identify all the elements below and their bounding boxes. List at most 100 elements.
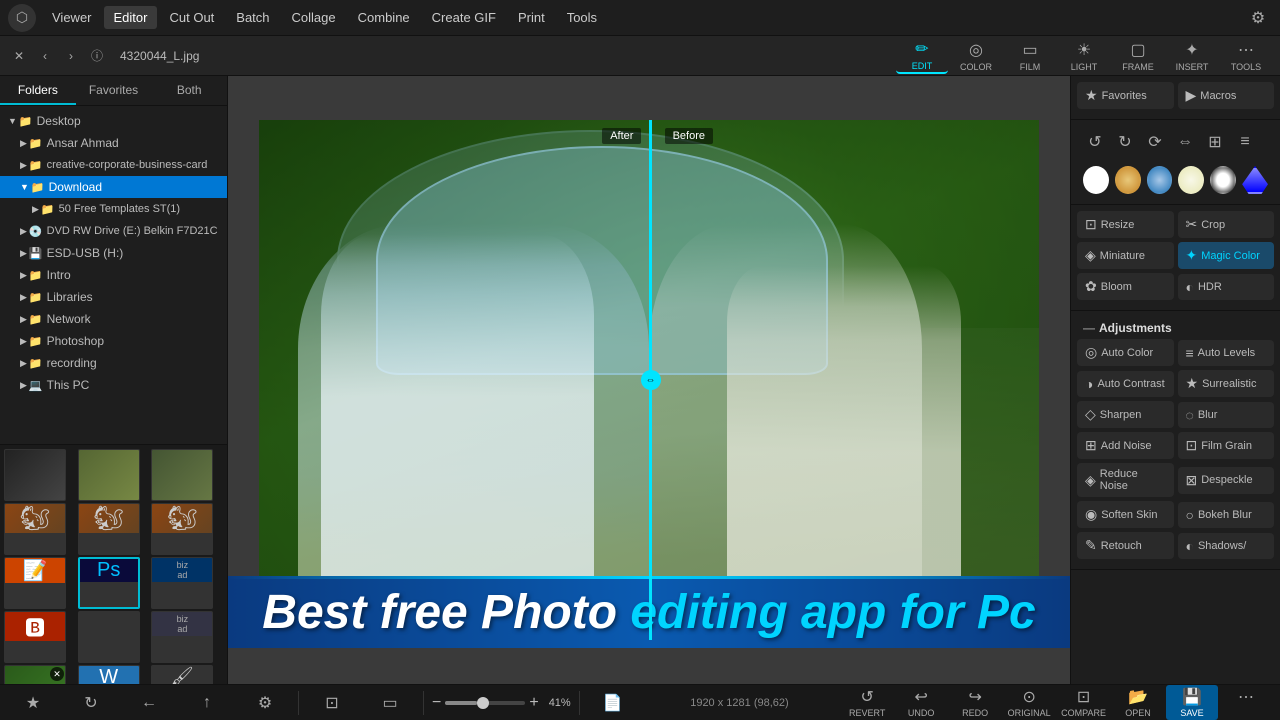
view-grid-button[interactable]: ▭ <box>365 691 415 715</box>
compare-button[interactable]: ⊡ COMPARE <box>1057 685 1110 720</box>
favorites-star-button[interactable]: ★ <box>8 691 58 715</box>
tree-item-network[interactable]: ▶ 📁 Network <box>0 308 227 330</box>
thumbnail-item[interactable] <box>151 449 213 501</box>
tree-item-download[interactable]: ▼ 📁 Download <box>0 176 227 198</box>
settings-button[interactable]: ⚙ <box>240 691 290 715</box>
original-button[interactable]: ⊙ ORIGINAL <box>1003 685 1055 720</box>
bokeh-blur-button[interactable]: ○ Bokeh Blur <box>1178 502 1275 528</box>
thumbnail-squirrel-1[interactable]: 🐿 <box>4 503 66 555</box>
reduce-noise-button[interactable]: ◈ Reduce Noise <box>1077 463 1174 497</box>
adjustments-header[interactable]: — Adjustments <box>1077 317 1274 339</box>
zoom-plus-button[interactable]: + <box>529 694 538 712</box>
tool-film[interactable]: ▭ FILM <box>1004 38 1056 74</box>
tool-tools[interactable]: ⋯ TOOLS <box>1220 38 1272 74</box>
hdr-button[interactable]: ◐ HDR <box>1178 274 1275 300</box>
tree-item-esd[interactable]: ▶ 💾 ESD-USB (H:) <box>0 242 227 264</box>
revert-button[interactable]: ↺ REVERT <box>841 685 893 720</box>
back-button[interactable]: ← <box>124 692 174 714</box>
menu-cutout[interactable]: Cut Out <box>159 6 224 29</box>
zoom-minus-button[interactable]: − <box>432 694 441 712</box>
sharpen-button[interactable]: ◇ Sharpen <box>1077 401 1174 428</box>
nav-prev-button[interactable]: ‹ <box>34 45 56 67</box>
thumbnail-biz[interactable]: bizad <box>151 557 213 609</box>
undo-button[interactable]: ↩ UNDO <box>895 685 947 720</box>
tree-item-photoshop[interactable]: ▶ 📁 Photoshop <box>0 330 227 352</box>
compare-divider[interactable]: ⇔ <box>649 120 652 640</box>
menu-collage[interactable]: Collage <box>282 6 346 29</box>
bloom-button[interactable]: ✿ Bloom <box>1077 273 1174 300</box>
tree-item-50-templates[interactable]: ▶ 📁 50 Free Templates ST(1) <box>0 198 227 220</box>
add-noise-button[interactable]: ⊞ Add Noise <box>1077 432 1174 459</box>
menu-tools[interactable]: Tools <box>557 6 607 29</box>
thumbnail-biz-2[interactable]: bizad <box>151 611 213 663</box>
resize-button[interactable]: ⊡ Resize <box>1077 211 1174 238</box>
filter-drop[interactable] <box>1242 166 1268 194</box>
thumbnail-item[interactable] <box>4 449 66 501</box>
rotate-left-icon[interactable]: ↺ <box>1083 130 1107 154</box>
tool-edit[interactable]: ✏ EDIT <box>896 38 948 74</box>
rotate-right-icon[interactable]: ↻ <box>1113 130 1137 154</box>
surrealistic-button[interactable]: ★ Surrealistic <box>1178 370 1275 397</box>
tool-color[interactable]: ◎ COLOR <box>950 38 1002 74</box>
settings-icon[interactable]: ⚙ <box>1244 4 1272 32</box>
miniature-button[interactable]: ◈ Miniature <box>1077 242 1174 269</box>
thumbnail-squirrel-2[interactable]: 🐿 <box>78 503 140 555</box>
menu-editor[interactable]: Editor <box>104 6 158 29</box>
compare-handle[interactable]: ⇔ <box>641 370 661 390</box>
tool-light[interactable]: ☀ LIGHT <box>1058 38 1110 74</box>
tab-both[interactable]: Both <box>151 76 227 105</box>
thumbnail-preview[interactable]: ✕ <box>4 665 66 684</box>
menu-viewer[interactable]: Viewer <box>42 6 102 29</box>
retouch-button[interactable]: ✎ Retouch <box>1077 532 1174 559</box>
select-box-button[interactable]: ⊡ <box>307 691 357 715</box>
menu-combine[interactable]: Combine <box>348 6 420 29</box>
auto-color-button[interactable]: ◎ Auto Color <box>1077 339 1174 366</box>
thumbnail-blog[interactable]: 📝 <box>4 557 66 609</box>
thumbnail-dark[interactable] <box>78 611 140 663</box>
close-thumbnail-icon[interactable]: ✕ <box>50 667 64 681</box>
lines-icon[interactable]: ≡ <box>1233 130 1257 154</box>
tree-item-creative[interactable]: ▶ 📁 creative-corporate-business-card <box>0 154 227 176</box>
close-button[interactable]: ✕ <box>8 45 30 67</box>
magic-color-button[interactable]: ✦ Magic Color <box>1178 242 1275 269</box>
favorites-button[interactable]: ★ Favorites <box>1077 82 1174 109</box>
thumbnail-item[interactable] <box>78 449 140 501</box>
nav-next-button[interactable]: › <box>60 45 82 67</box>
up-button[interactable]: ↑ <box>182 692 232 714</box>
tree-item-thispc[interactable]: ▶ 💻 This PC <box>0 374 227 396</box>
tab-favorites[interactable]: Favorites <box>76 76 152 105</box>
tree-item-intro[interactable]: ▶ 📁 Intro <box>0 264 227 286</box>
crop-button[interactable]: ✂ Crop <box>1178 211 1275 238</box>
thumbnail-squirrel-3[interactable]: 🐿 <box>151 503 213 555</box>
filter-normal[interactable] <box>1083 166 1109 194</box>
shadows-button[interactable]: ◐ Shadows/ <box>1178 533 1275 559</box>
grid-icon[interactable]: ⊞ <box>1203 130 1227 154</box>
menu-batch[interactable]: Batch <box>226 6 279 29</box>
photo-canvas[interactable]: ⇔ After Before Best free Photo editing a… <box>228 76 1070 684</box>
thumbnail-wp[interactable]: W <box>78 665 140 684</box>
tab-folders[interactable]: Folders <box>0 76 76 105</box>
film-grain-button[interactable]: ⊡ Film Grain <box>1178 432 1275 459</box>
filter-cold[interactable] <box>1147 166 1173 194</box>
filter-warm[interactable] <box>1115 166 1141 194</box>
zoom-slider[interactable] <box>445 701 525 705</box>
macros-button[interactable]: ▶ Macros <box>1178 82 1275 109</box>
open-button[interactable]: 📂 OPEN <box>1112 685 1164 720</box>
tree-item-ansar[interactable]: ▶ 📁 Ansar Ahmad <box>0 132 227 154</box>
soften-skin-button[interactable]: ◉ Soften Skin <box>1077 501 1174 528</box>
save-button[interactable]: 💾 SAVE <box>1166 685 1218 720</box>
tree-item-libraries[interactable]: ▶ 📁 Libraries <box>0 286 227 308</box>
tool-frame[interactable]: ▢ FRAME <box>1112 38 1164 74</box>
page-icon-button[interactable]: 📄 <box>588 691 638 715</box>
menu-gif[interactable]: Create GIF <box>422 6 506 29</box>
thumbnail-brush[interactable]: 🖌 <box>151 665 213 684</box>
blur-button[interactable]: ◌ Blur <box>1178 402 1275 428</box>
more-button[interactable]: ⋯ <box>1220 685 1272 720</box>
auto-rotate-icon[interactable]: ⟳ <box>1143 130 1167 154</box>
despeckle-button[interactable]: ⊠ Despeckle <box>1178 467 1275 494</box>
thumbnail-ps[interactable]: Ps <box>78 557 140 609</box>
tree-item-recording[interactable]: ▶ 📁 recording <box>0 352 227 374</box>
tool-insert[interactable]: ✦ INSERT <box>1166 38 1218 74</box>
filter-light[interactable] <box>1178 166 1204 194</box>
thumbnail-blog-2[interactable]: 🅱 <box>4 611 66 663</box>
